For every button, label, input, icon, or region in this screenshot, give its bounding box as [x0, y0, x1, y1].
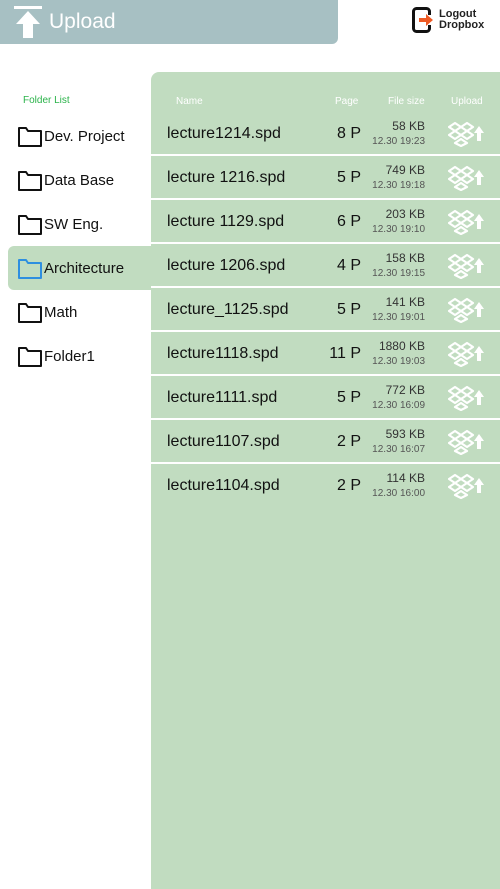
folder-item-data-base[interactable]: Data Base	[0, 158, 152, 202]
logout-dropbox-button[interactable]: Logout Dropbox	[412, 7, 484, 33]
column-header-upload: Upload	[451, 96, 483, 107]
file-date: 12.30 19:15	[372, 268, 425, 279]
folder-label: Data Base	[44, 171, 115, 189]
file-size: 593 KB	[385, 427, 425, 441]
file-size: 141 KB	[385, 295, 425, 309]
dropbox-upload-icon[interactable]	[447, 385, 486, 412]
logout-line2: Dropbox	[439, 19, 485, 31]
page-count: 4 P	[336, 257, 361, 274]
folder-list-heading: Folder List	[23, 95, 70, 106]
file-size: 203 KB	[385, 207, 425, 221]
page-count: 8 P	[336, 125, 361, 142]
file-size: 749 KB	[385, 163, 425, 177]
dropbox-upload-icon[interactable]	[447, 121, 486, 148]
page-count: 5 P	[336, 389, 361, 406]
file-date: 12.30 16:00	[372, 488, 425, 499]
page-count: 6 P	[336, 213, 361, 230]
file-name: lecture_1125.spd	[167, 301, 289, 318]
column-header-page: Page	[335, 96, 359, 107]
page-count: 11 P	[329, 345, 361, 362]
file-date: 12.30 19:23	[372, 136, 425, 147]
folder-item-math[interactable]: Math	[0, 290, 152, 334]
dropbox-upload-icon[interactable]	[447, 209, 486, 236]
folder-item-folder1[interactable]: Folder1	[0, 334, 152, 378]
column-header-name: Name	[176, 96, 203, 107]
file-date: 12.30 16:09	[372, 400, 425, 411]
file-row[interactable]: lecture1104.spd 2 P 114 KB 12.30 16:00	[151, 464, 500, 508]
file-row[interactable]: lecture1107.spd 2 P 593 KB 12.30 16:07	[151, 420, 500, 464]
upload-arrow-icon[interactable]	[14, 5, 42, 39]
folder-label: Architecture	[44, 259, 125, 277]
app-screen: Upload Logout Dropbox Folder List Dev. P…	[0, 0, 500, 889]
folder-label: Folder1	[44, 347, 95, 365]
file-date: 12.30 19:18	[372, 180, 425, 191]
file-row[interactable]: lecture 1216.spd 5 P 749 KB 12.30 19:18	[151, 156, 500, 200]
file-size: 58 KB	[392, 119, 425, 133]
folder-icon	[17, 168, 43, 192]
folder-icon	[17, 124, 43, 148]
file-list-panel: Name Page File size Upload lecture1214.s…	[151, 72, 500, 889]
file-date: 12.30 19:01	[372, 312, 425, 323]
file-name: lecture1107.spd	[167, 433, 280, 450]
file-date: 12.30 19:10	[372, 224, 425, 235]
dropbox-upload-icon[interactable]	[447, 165, 486, 192]
dropbox-upload-icon[interactable]	[447, 473, 486, 500]
file-name: lecture1118.spd	[167, 345, 279, 362]
page-count: 5 P	[336, 169, 361, 186]
folder-icon	[17, 344, 43, 368]
page-title: Upload	[49, 10, 116, 33]
folder-label: Math	[44, 303, 78, 321]
file-size: 1880 KB	[378, 339, 425, 353]
file-row[interactable]: lecture_1125.spd 5 P 141 KB 12.30 19:01	[151, 288, 500, 332]
folder-item-sw-eng[interactable]: SW Eng.	[0, 202, 152, 246]
file-name: lecture1111.spd	[167, 389, 278, 406]
dropbox-upload-icon[interactable]	[447, 297, 486, 324]
folder-icon	[17, 212, 43, 236]
file-date: 12.30 19:03	[372, 356, 425, 367]
file-rows: lecture1214.spd 8 P 58 KB 12.30 19:23 le…	[151, 112, 500, 508]
file-size: 158 KB	[385, 251, 425, 265]
file-name: lecture1214.spd	[167, 125, 281, 142]
folder-icon	[17, 256, 43, 280]
file-date: 12.30 16:07	[372, 444, 425, 455]
file-row[interactable]: lecture1118.spd 11 P 1880 KB 12.30 19:03	[151, 332, 500, 376]
file-row[interactable]: lecture1214.spd 8 P 58 KB 12.30 19:23	[151, 112, 500, 156]
file-name: lecture 1129.spd	[167, 213, 285, 230]
page-count: 5 P	[336, 301, 361, 318]
file-name: lecture1104.spd	[167, 477, 280, 494]
file-size: 114 KB	[386, 471, 425, 485]
top-bar: Upload	[0, 0, 338, 44]
logout-label: Logout Dropbox	[439, 9, 484, 31]
dropbox-upload-icon[interactable]	[447, 253, 486, 280]
dropbox-upload-icon[interactable]	[447, 429, 486, 456]
file-row[interactable]: lecture 1129.spd 6 P 203 KB 12.30 19:10	[151, 200, 500, 244]
folder-item-dev-project[interactable]: Dev. Project	[0, 114, 152, 158]
folder-item-architecture[interactable]: Architecture	[8, 246, 152, 290]
folder-label: SW Eng.	[44, 215, 104, 233]
folder-icon	[17, 300, 43, 324]
folder-list: Dev. Project Data Base SW Eng. Architect…	[0, 114, 152, 378]
page-count: 2 P	[336, 477, 361, 494]
column-header-file-size: File size	[388, 96, 425, 107]
dropbox-upload-icon[interactable]	[447, 341, 486, 368]
file-size: 772 KB	[385, 383, 425, 397]
page-count: 2 P	[336, 433, 361, 450]
file-row[interactable]: lecture1111.spd 5 P 772 KB 12.30 16:09	[151, 376, 500, 420]
file-row[interactable]: lecture 1206.spd 4 P 158 KB 12.30 19:15	[151, 244, 500, 288]
file-name: lecture 1216.spd	[167, 169, 286, 186]
folder-label: Dev. Project	[44, 127, 125, 145]
logout-icon	[412, 7, 435, 33]
file-name: lecture 1206.spd	[167, 257, 286, 274]
